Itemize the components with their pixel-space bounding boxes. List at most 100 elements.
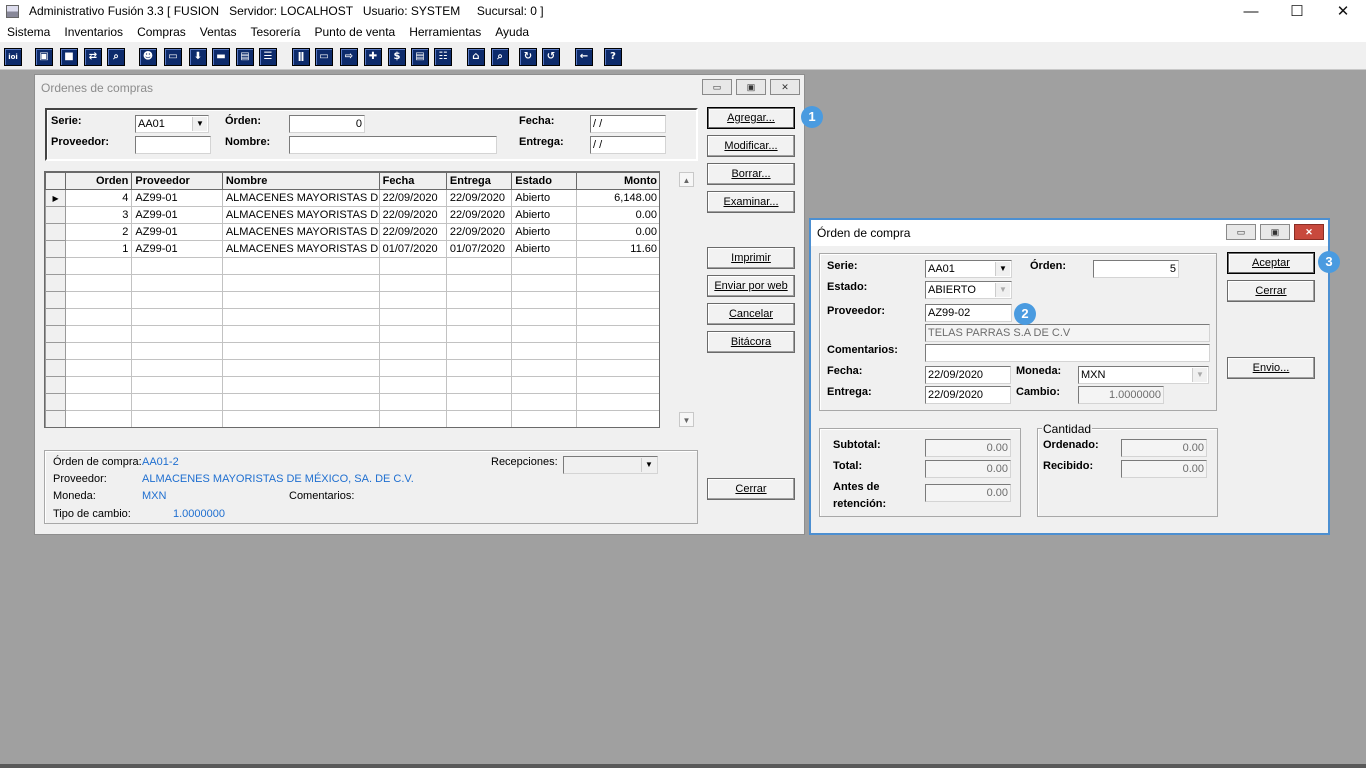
table-row[interactable]: 2AZ99-01ALMACENES MAYORISTAS DE M22/09/2… — [45, 223, 659, 241]
table-row[interactable]: ▶4AZ99-01ALMACENES MAYORISTAS DE M22/09/… — [45, 189, 659, 207]
chevron-down-icon[interactable]: ▼ — [1192, 368, 1207, 382]
table-cell[interactable]: 22/09/2020 — [445, 189, 513, 207]
table-cell[interactable]: AZ99-01 — [131, 240, 223, 258]
col-nombre[interactable]: Nombre — [221, 172, 380, 190]
table-cell[interactable] — [511, 274, 577, 292]
table-cell[interactable] — [511, 291, 577, 309]
menu-inventarios[interactable]: Inventarios — [64, 25, 123, 39]
orden-orden-input[interactable]: 5 — [1093, 260, 1179, 278]
table-cell[interactable]: ALMACENES MAYORISTAS DE M — [221, 240, 380, 258]
cancelar-button[interactable]: Cancelar — [707, 303, 795, 325]
table-cell[interactable] — [65, 342, 133, 360]
table-cell[interactable] — [221, 291, 380, 309]
row-header[interactable] — [45, 393, 67, 411]
table-cell[interactable] — [131, 291, 223, 309]
row-header[interactable] — [45, 359, 67, 377]
table-cell[interactable]: 22/09/2020 — [378, 223, 447, 241]
envio-button[interactable]: Envio... — [1227, 357, 1315, 379]
table-cell[interactable]: Abierto — [511, 223, 577, 241]
col-fecha[interactable]: Fecha — [378, 172, 447, 190]
table-row[interactable] — [45, 410, 659, 427]
table-cell[interactable] — [131, 342, 223, 360]
table-cell[interactable] — [378, 359, 447, 377]
menu-sistema[interactable]: Sistema — [7, 25, 50, 39]
maximize-icon[interactable]: ☐ — [1274, 0, 1320, 22]
folder-icon[interactable]: ▭ — [164, 48, 182, 66]
document-icon[interactable]: ▤ — [236, 48, 254, 66]
add-icon[interactable]: ✚ — [364, 48, 382, 66]
table-cell[interactable]: AZ99-01 — [131, 223, 223, 241]
table-cell[interactable] — [131, 359, 223, 377]
table-cell[interactable]: ALMACENES MAYORISTAS DE M — [221, 189, 380, 207]
serie-select[interactable]: AA01 ▼ — [135, 115, 209, 133]
orden-fecha-input[interactable]: 22/09/2020 — [925, 366, 1011, 384]
table-cell[interactable]: Abierto — [511, 240, 577, 258]
orden-proveedor-input[interactable]: AZ99-02 — [925, 304, 1012, 322]
row-header[interactable] — [45, 342, 67, 360]
ioi-icon[interactable]: ioi — [4, 48, 22, 66]
table-cell[interactable] — [131, 393, 223, 411]
table-cell[interactable] — [575, 291, 659, 309]
refresh-icon[interactable]: ↻ — [519, 48, 537, 66]
entrega-input[interactable]: / / — [590, 136, 666, 154]
table-cell[interactable] — [511, 325, 577, 343]
list-icon[interactable]: ☰ — [259, 48, 277, 66]
table-row[interactable] — [45, 342, 659, 360]
table-cell[interactable]: Abierto — [511, 189, 577, 207]
cerrar-ordenes-button[interactable]: Cerrar — [707, 478, 795, 500]
table-cell[interactable] — [221, 393, 380, 411]
table-cell[interactable] — [65, 325, 133, 343]
transfer-icon[interactable]: ⇄ — [84, 48, 102, 66]
orden-input[interactable]: 0 — [289, 115, 365, 133]
table-cell[interactable] — [575, 342, 659, 360]
table-cell[interactable]: 1 — [65, 240, 133, 258]
table-cell[interactable] — [221, 325, 380, 343]
nombre-input[interactable] — [289, 136, 497, 154]
table-cell[interactable] — [378, 410, 447, 427]
scroll-down-icon[interactable]: ▼ — [679, 412, 694, 427]
menu-ventas[interactable]: Ventas — [200, 25, 237, 39]
row-header[interactable] — [45, 274, 67, 292]
table-cell[interactable] — [445, 274, 513, 292]
people-icon[interactable]: ǁ — [292, 48, 310, 66]
table-cell[interactable]: 22/09/2020 — [445, 206, 513, 224]
col-monto[interactable]: Monto — [575, 172, 659, 190]
menu-compras[interactable]: Compras — [137, 25, 186, 39]
back-arrow-icon[interactable]: ← — [575, 48, 593, 66]
minimize-icon[interactable]: — — [1228, 0, 1274, 22]
help-icon[interactable]: ? — [604, 48, 622, 66]
fecha-input[interactable]: / / — [590, 115, 666, 133]
table-cell[interactable] — [65, 308, 133, 326]
modificar-button[interactable]: Modificar... — [707, 135, 795, 157]
table-cell[interactable] — [445, 325, 513, 343]
bitacora-button[interactable]: Bitácora — [707, 331, 795, 353]
table-cell[interactable] — [445, 376, 513, 394]
menu-punto-de-venta[interactable]: Punto de venta — [314, 25, 395, 39]
table-cell[interactable] — [575, 274, 659, 292]
menu-ayuda[interactable]: Ayuda — [495, 25, 529, 39]
table-cell[interactable] — [445, 291, 513, 309]
table-cell[interactable]: 4 — [65, 189, 133, 207]
agregar-button[interactable]: Agregar... — [707, 107, 795, 129]
table-cell[interactable] — [65, 376, 133, 394]
find-icon[interactable]: ⌕ — [491, 48, 509, 66]
table-cell[interactable] — [378, 274, 447, 292]
table-cell[interactable] — [378, 393, 447, 411]
scroll-up-icon[interactable]: ▲ — [679, 172, 694, 187]
table-cell[interactable] — [575, 410, 659, 427]
table-cell[interactable] — [221, 376, 380, 394]
table-cell[interactable] — [221, 308, 380, 326]
orden-close-icon[interactable]: ✕ — [1294, 224, 1324, 240]
orden-estado-select[interactable]: ABIERTO ▼ — [925, 281, 1012, 299]
table-cell[interactable]: 11.60 — [575, 240, 659, 258]
table-cell[interactable] — [378, 342, 447, 360]
chevron-down-icon[interactable]: ▼ — [641, 458, 656, 472]
table-cell[interactable] — [445, 410, 513, 427]
table-cell[interactable]: ALMACENES MAYORISTAS DE M — [221, 223, 380, 241]
current-row-icon[interactable]: ▶ — [45, 189, 67, 207]
table-row[interactable] — [45, 376, 659, 394]
row-header[interactable] — [45, 291, 67, 309]
dollar-icon[interactable]: $ — [388, 48, 406, 66]
table-cell[interactable] — [131, 308, 223, 326]
close-icon[interactable]: ✕ — [1320, 0, 1366, 22]
